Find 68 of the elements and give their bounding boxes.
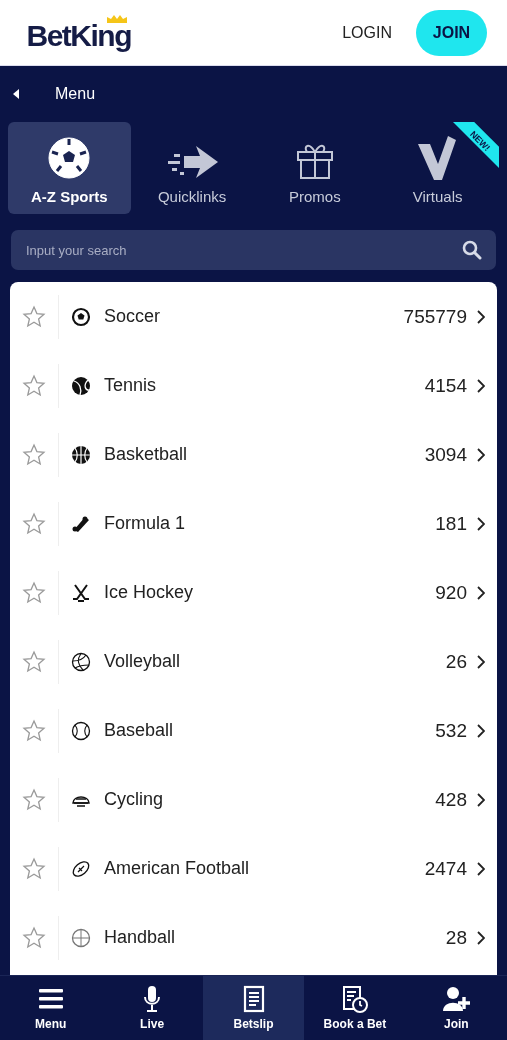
favorite-star-icon[interactable] (22, 787, 46, 812)
section-tab[interactable]: Quicklinks (130, 122, 254, 214)
chevron-icon[interactable] (477, 447, 485, 462)
chevron-icon[interactable] (477, 930, 485, 945)
favorite-star-icon[interactable] (22, 373, 46, 398)
search-icon[interactable] (462, 240, 482, 260)
sport-name[interactable]: Basketball (104, 444, 425, 465)
login-link[interactable]: LOGIN (342, 23, 392, 42)
nav-tab[interactable]: Join (405, 976, 507, 1040)
ball-icon (71, 444, 91, 465)
favorite-star-icon[interactable] (22, 649, 46, 674)
sport-name[interactable]: Soccer (104, 306, 404, 327)
event-count: 532 (435, 719, 467, 742)
crown-icon (107, 14, 127, 23)
ball-icon (71, 651, 91, 672)
search-field[interactable]: Input your search (11, 230, 496, 270)
event-count: 2474 (424, 857, 467, 880)
hockey-sticks-icon (71, 582, 91, 603)
event-count: 920 (435, 581, 467, 604)
soccer-ball-icon (47, 136, 92, 180)
join-button[interactable]: JOIN (416, 9, 487, 56)
ball-icon (71, 306, 91, 327)
chevron-icon[interactable] (477, 792, 485, 807)
ball-icon (71, 858, 91, 879)
event-count: 755779 (403, 305, 467, 328)
chevron-icon[interactable] (477, 723, 485, 738)
sport-name[interactable]: Formula 1 (104, 513, 436, 534)
ball-icon (71, 720, 91, 741)
event-count: 4154 (424, 374, 467, 397)
event-count: 28 (445, 926, 467, 949)
event-count: 428 (435, 788, 467, 811)
favorite-star-icon[interactable] (22, 442, 46, 467)
nav-tab[interactable]: Menu (0, 976, 102, 1040)
chevron-icon[interactable] (477, 861, 485, 876)
favorite-star-icon[interactable] (22, 718, 46, 743)
favorite-star-icon[interactable] (22, 925, 46, 950)
favorite-star-icon[interactable] (22, 304, 46, 329)
chevron-icon[interactable] (477, 309, 485, 324)
sport-name[interactable]: Volleyball (104, 651, 446, 672)
favorite-star-icon[interactable] (22, 580, 46, 605)
chevron-icon[interactable] (477, 654, 485, 669)
nav-tab[interactable]: Live (101, 976, 203, 1040)
v-logo-icon (417, 134, 458, 180)
sport-name[interactable]: Baseball (104, 720, 436, 741)
menu-title: Menu (55, 85, 96, 103)
nav-tab[interactable]: Book a Bet (304, 976, 406, 1040)
add-user-icon (442, 985, 471, 1013)
favorite-star-icon[interactable] (22, 856, 46, 881)
favorite-star-icon[interactable] (22, 511, 46, 536)
logo[interactable]: BetKing (26, 20, 131, 51)
event-count: 26 (445, 650, 467, 673)
chevron-icon[interactable] (477, 585, 485, 600)
event-count: 3094 (424, 443, 467, 466)
nav-tab[interactable]: Betslip (202, 976, 305, 1040)
sport-name[interactable]: Ice Hockey (104, 582, 436, 603)
section-tab[interactable]: Promos (253, 122, 377, 214)
ball-icon (71, 375, 91, 396)
event-count: 181 (435, 512, 467, 535)
sport-name[interactable]: Tennis (104, 375, 425, 396)
back-icon[interactable] (13, 89, 19, 99)
document-timer-icon (340, 985, 369, 1013)
sport-name[interactable]: Cycling (104, 789, 436, 810)
sport-name[interactable]: American Football (104, 858, 425, 879)
chevron-icon[interactable] (477, 516, 485, 531)
section-tab[interactable]: A-Z Sports (8, 122, 131, 214)
chevron-icon[interactable] (477, 378, 485, 393)
ball-icon (71, 927, 91, 948)
sport-name[interactable]: Handball (104, 927, 446, 948)
